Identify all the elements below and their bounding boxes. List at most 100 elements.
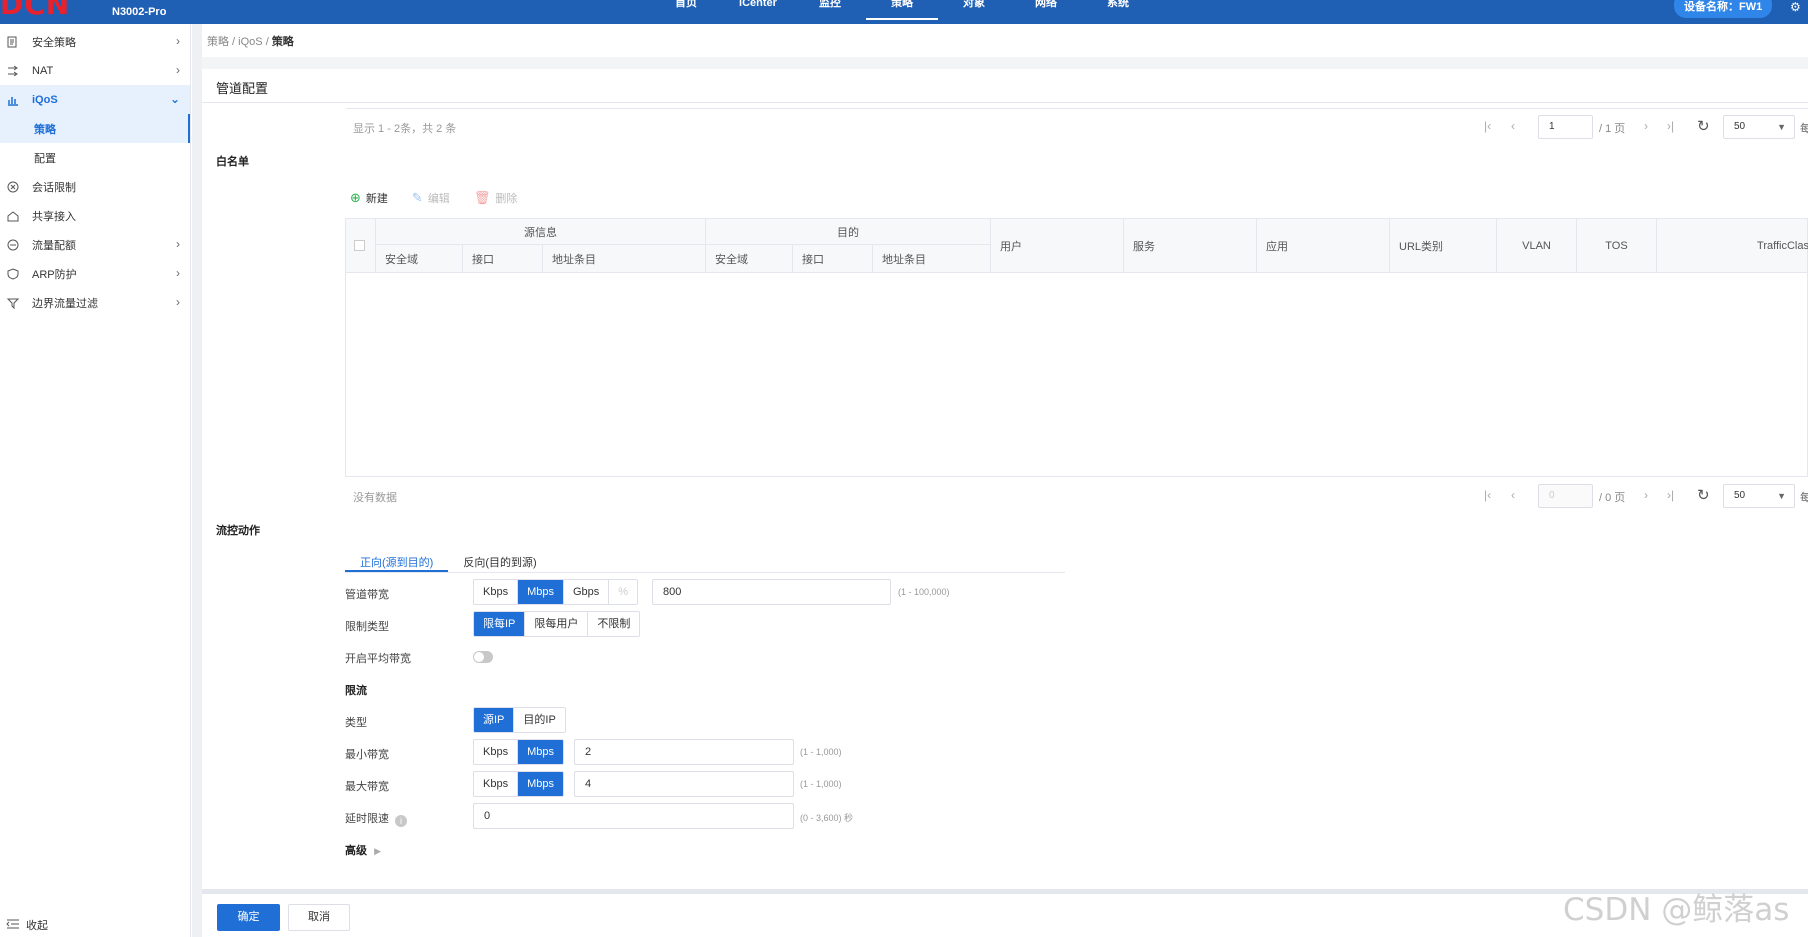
column-url-category[interactable]: URL类别	[1390, 219, 1497, 272]
column-dst-interface[interactable]: 接口	[793, 245, 873, 272]
edit-button[interactable]: ✎ 编辑	[412, 190, 450, 206]
sidebar-item-nat[interactable]: NAT ›	[0, 56, 190, 85]
first-page-icon[interactable]: |‹	[1484, 488, 1491, 502]
column-user[interactable]: 用户	[991, 219, 1124, 272]
sidebar-item-edge-filter[interactable]: 边界流量过滤 ›	[0, 288, 190, 317]
column-application[interactable]: 应用	[1257, 219, 1390, 272]
sidebar-item-label: iQoS	[32, 93, 58, 106]
pager-info: 显示 1 - 2条，共 2 条	[353, 123, 457, 135]
limit-per-user[interactable]: 限每用户	[525, 612, 589, 636]
nav-object[interactable]: 对象	[938, 0, 1010, 20]
sidebar-item-label: NAT	[32, 64, 54, 77]
prev-page-icon[interactable]: ‹	[1511, 119, 1515, 133]
refresh-icon[interactable]: ↻	[1697, 486, 1710, 504]
type-dest-ip[interactable]: 目的IP	[514, 708, 565, 732]
column-src-zone[interactable]: 安全域	[376, 245, 463, 272]
user-settings-icon[interactable]: ⚙	[1790, 0, 1801, 14]
column-vlan[interactable]: VLAN	[1497, 219, 1577, 272]
top-header: DCN N3002-Pro 首页 iCenter 监控 策略 对象 网络 系统 …	[0, 0, 1808, 24]
tab-forward[interactable]: 正向(源到目的)	[345, 548, 449, 572]
limit-none[interactable]: 不限制	[588, 612, 640, 636]
next-page-icon[interactable]: ›	[1644, 488, 1648, 502]
column-traffic-class[interactable]: TrafficClas	[1657, 219, 1808, 272]
page-total: / 1 页	[1599, 123, 1626, 135]
min-bandwidth-input[interactable]: 2	[574, 739, 794, 765]
sidebar-item-label: 边界流量过滤	[32, 297, 98, 310]
unit-kbps[interactable]: Kbps	[474, 740, 519, 764]
page-number-input[interactable]: 0	[1538, 484, 1593, 508]
unit-mbps[interactable]: Mbps	[518, 740, 563, 764]
brand-logo: DCN	[0, 0, 71, 21]
unit-kbps[interactable]: Kbps	[474, 580, 519, 604]
type-source-ip[interactable]: 源IP	[474, 708, 515, 732]
nav-icenter[interactable]: iCenter	[722, 0, 794, 20]
delay-limit-label: 延时限速	[345, 813, 389, 825]
prev-page-icon[interactable]: ‹	[1511, 488, 1515, 502]
unit-mbps[interactable]: Mbps	[518, 580, 564, 604]
unit-kbps[interactable]: Kbps	[474, 772, 519, 796]
nav-monitor[interactable]: 监控	[794, 0, 866, 20]
chevron-right-icon: ›	[176, 34, 180, 48]
max-bandwidth-input[interactable]: 4	[574, 771, 794, 797]
column-src-interface[interactable]: 接口	[463, 245, 543, 272]
pager-divider	[346, 108, 1808, 109]
page-size-select[interactable]: 50 ▼	[1723, 484, 1795, 508]
ok-button[interactable]: 确定	[217, 904, 280, 931]
unit-mbps[interactable]: Mbps	[518, 772, 563, 796]
last-page-icon[interactable]: ›|	[1667, 119, 1674, 133]
sidebar-item-security-policy[interactable]: 安全策略 ›	[0, 27, 190, 56]
page-number-input[interactable]: 1	[1538, 115, 1593, 139]
column-dst-zone[interactable]: 安全域	[706, 245, 793, 272]
sidebar-item-iqos[interactable]: iQoS ⌄	[0, 85, 190, 114]
delay-limit-input[interactable]: 0	[473, 803, 794, 829]
breadcrumb-part[interactable]: 策略	[207, 36, 229, 48]
sidebar-item-label: 流量配额	[32, 239, 76, 252]
column-service[interactable]: 服务	[1124, 219, 1257, 272]
column-src-address[interactable]: 地址条目	[543, 245, 706, 272]
unit-gbps[interactable]: Gbps	[563, 580, 610, 604]
nat-icon	[6, 64, 20, 78]
refresh-icon[interactable]: ↻	[1697, 117, 1710, 135]
new-button[interactable]: ⊕ 新建	[350, 190, 388, 206]
last-page-icon[interactable]: ›|	[1667, 488, 1674, 502]
page-size-select[interactable]: 50 ▼	[1723, 115, 1795, 139]
sidebar-item-traffic-quota[interactable]: 流量配额 ›	[0, 230, 190, 259]
nav-policy[interactable]: 策略	[866, 0, 938, 20]
next-page-icon[interactable]: ›	[1644, 119, 1648, 133]
column-dst-address[interactable]: 地址条目	[873, 245, 991, 272]
avg-bandwidth-label: 开启平均带宽	[345, 653, 411, 665]
bandwidth-label: 管道带宽	[345, 589, 389, 601]
bandwidth-input[interactable]: 800	[652, 579, 891, 605]
breadcrumb-part[interactable]: iQoS	[238, 36, 262, 48]
collapse-sidebar-button[interactable]: 收起	[6, 917, 48, 933]
avg-bandwidth-toggle[interactable]	[473, 651, 493, 663]
delete-button[interactable]: 🗑 删除	[474, 190, 518, 206]
select-all-checkbox[interactable]	[354, 240, 365, 251]
nav-home[interactable]: 首页	[650, 0, 722, 20]
sidebar-subitem-policy[interactable]: 策略	[0, 114, 190, 143]
sidebar-subitem-config[interactable]: 配置	[0, 143, 190, 172]
device-name-badge[interactable]: 设备名称：FW1	[1674, 0, 1773, 18]
tab-reverse[interactable]: 反向(目的到源)	[448, 548, 551, 572]
whitelist-toolbar: ⊕ 新建 ✎ 编辑 🗑 删除	[350, 190, 541, 206]
unit-percent[interactable]: %	[609, 580, 638, 604]
cancel-button[interactable]: 取消	[288, 904, 350, 931]
chevron-down-icon: ⌄	[169, 92, 180, 106]
nav-network[interactable]: 网络	[1010, 0, 1082, 20]
limit-per-ip[interactable]: 限每IP	[474, 612, 526, 636]
info-icon[interactable]: i	[395, 815, 407, 827]
sidebar-item-session-limit[interactable]: 会话限制	[0, 172, 190, 201]
sidebar-item-arp-protection[interactable]: ARP防护 ›	[0, 259, 190, 288]
min-bandwidth-unit-selector: Kbps Mbps	[473, 739, 564, 765]
chevron-right-icon: ›	[176, 295, 180, 309]
per-page-label: 每	[1800, 123, 1808, 135]
advanced-toggle[interactable]: 高级 ▶	[345, 842, 381, 858]
caret-down-icon: ▼	[1777, 491, 1786, 501]
sidebar-item-shared-access[interactable]: 共享接入	[0, 201, 190, 230]
direction-tabs: 正向(源到目的) 反向(目的到源)	[345, 548, 1065, 573]
flow-action-title: 流控动作	[216, 525, 260, 537]
sidebar-item-label: ARP防护	[32, 268, 77, 281]
column-tos[interactable]: TOS	[1577, 219, 1657, 272]
nav-system[interactable]: 系统	[1082, 0, 1154, 20]
first-page-icon[interactable]: |‹	[1484, 119, 1491, 133]
